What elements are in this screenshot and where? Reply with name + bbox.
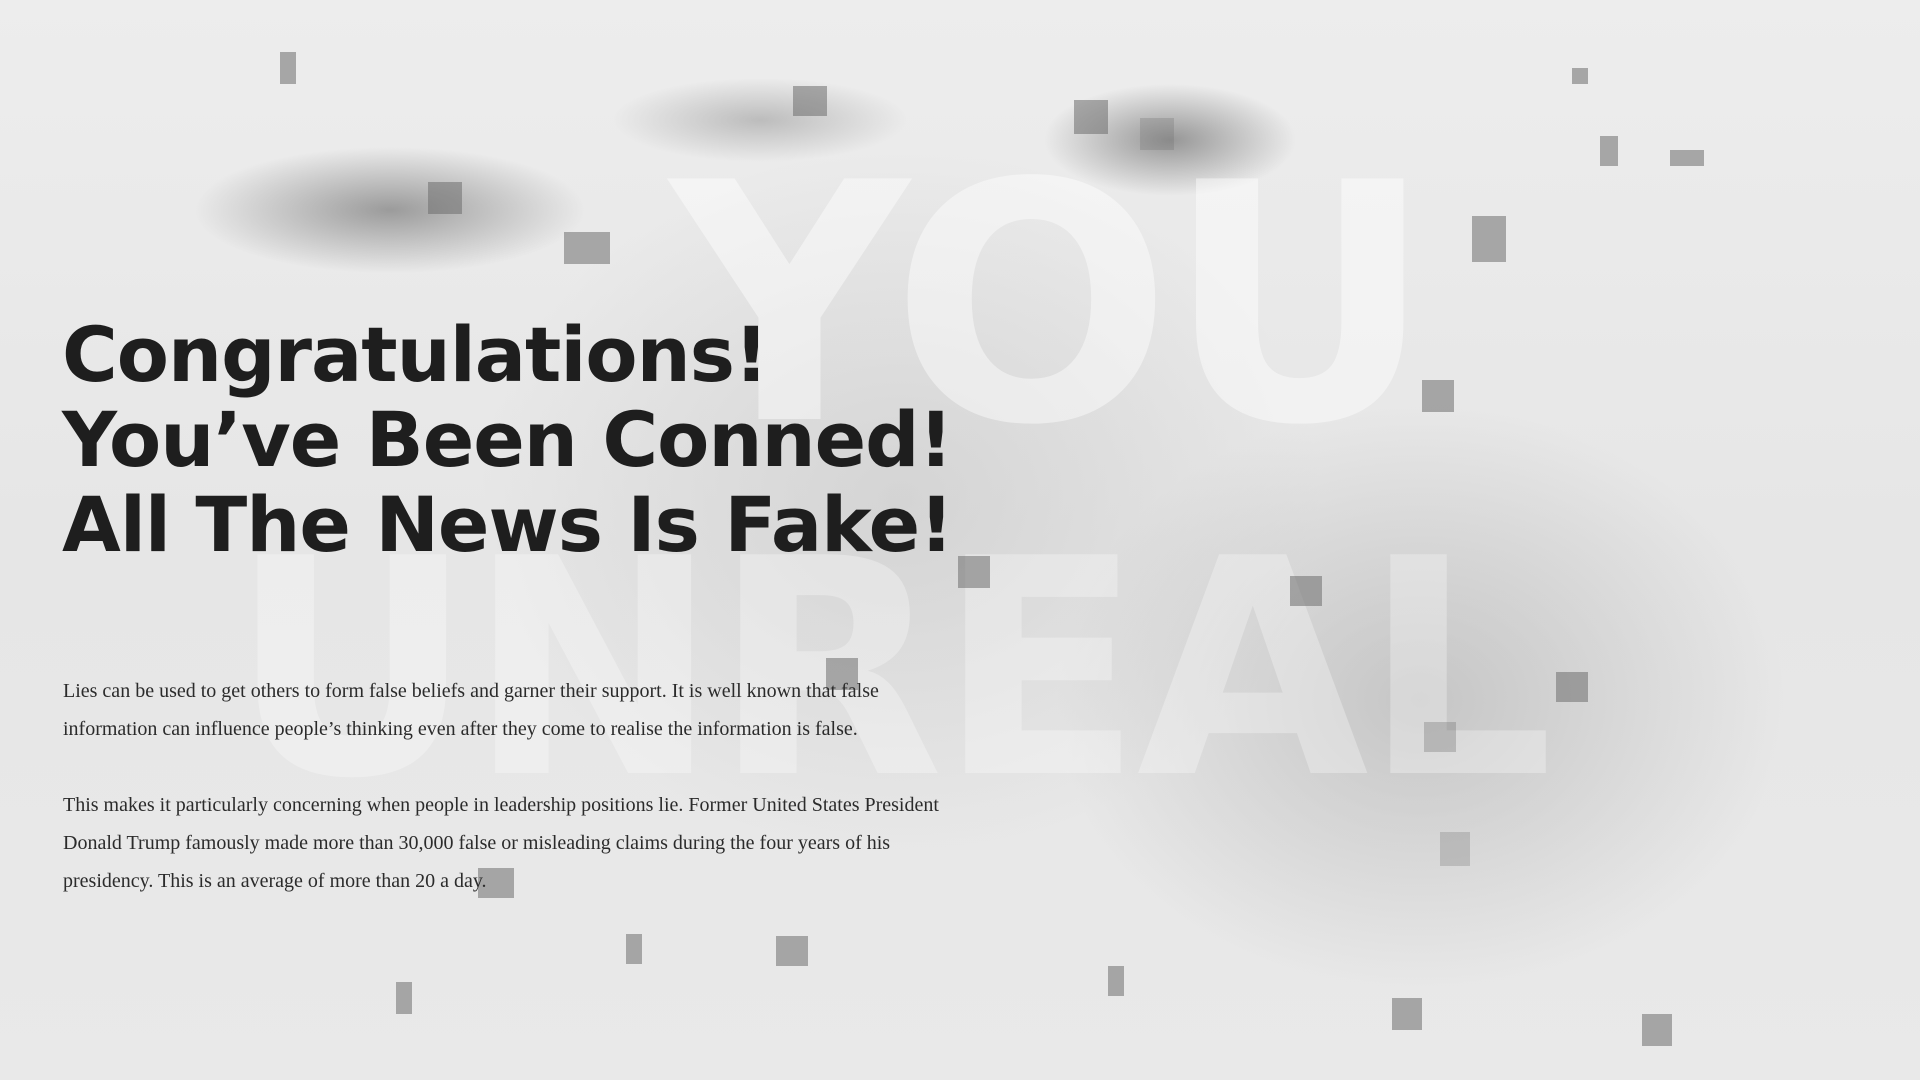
headline-line-1: Congratulations! — [62, 310, 769, 399]
glitch-pixel — [1074, 100, 1108, 134]
paragraph-2: This makes it particularly concerning wh… — [63, 794, 939, 892]
glitch-pixel — [564, 232, 610, 264]
glitch-pixel — [776, 936, 808, 966]
glitch-pixel — [1108, 966, 1124, 996]
article-body: Lies can be used to get others to form f… — [63, 672, 963, 938]
glitch-pixel — [280, 52, 296, 84]
glitch-pixel — [958, 556, 990, 588]
glitch-pixel — [1472, 216, 1506, 262]
paragraph-1: Lies can be used to get others to form f… — [63, 680, 879, 740]
glitch-pixel — [1670, 150, 1704, 166]
headline: Congratulations! You’ve Been Conned! All… — [62, 310, 954, 569]
page-background: YOU UNREAL Congratulations! You’ve Been … — [0, 0, 1920, 1080]
glitch-pixel — [396, 982, 412, 1014]
glitch-pixel — [1392, 998, 1422, 1030]
glitch-pixel — [1600, 136, 1618, 166]
glitch-pixel — [1572, 68, 1588, 84]
glitch-pixel — [1422, 380, 1454, 412]
headline-line-2: You’ve Been Conned! — [62, 395, 953, 484]
headline-line-3: All The News Is Fake! — [62, 480, 954, 569]
glitch-pixel — [1556, 672, 1588, 702]
glitch-pixel — [626, 934, 642, 964]
glitch-pixel — [793, 86, 827, 116]
glitch-pixel — [1642, 1014, 1672, 1046]
glitch-pixel — [1290, 576, 1322, 606]
glitch-pixel — [1140, 118, 1174, 150]
glitch-pixel — [428, 182, 462, 214]
glitch-pixel — [1440, 832, 1470, 866]
glitch-pixel — [1424, 722, 1456, 752]
